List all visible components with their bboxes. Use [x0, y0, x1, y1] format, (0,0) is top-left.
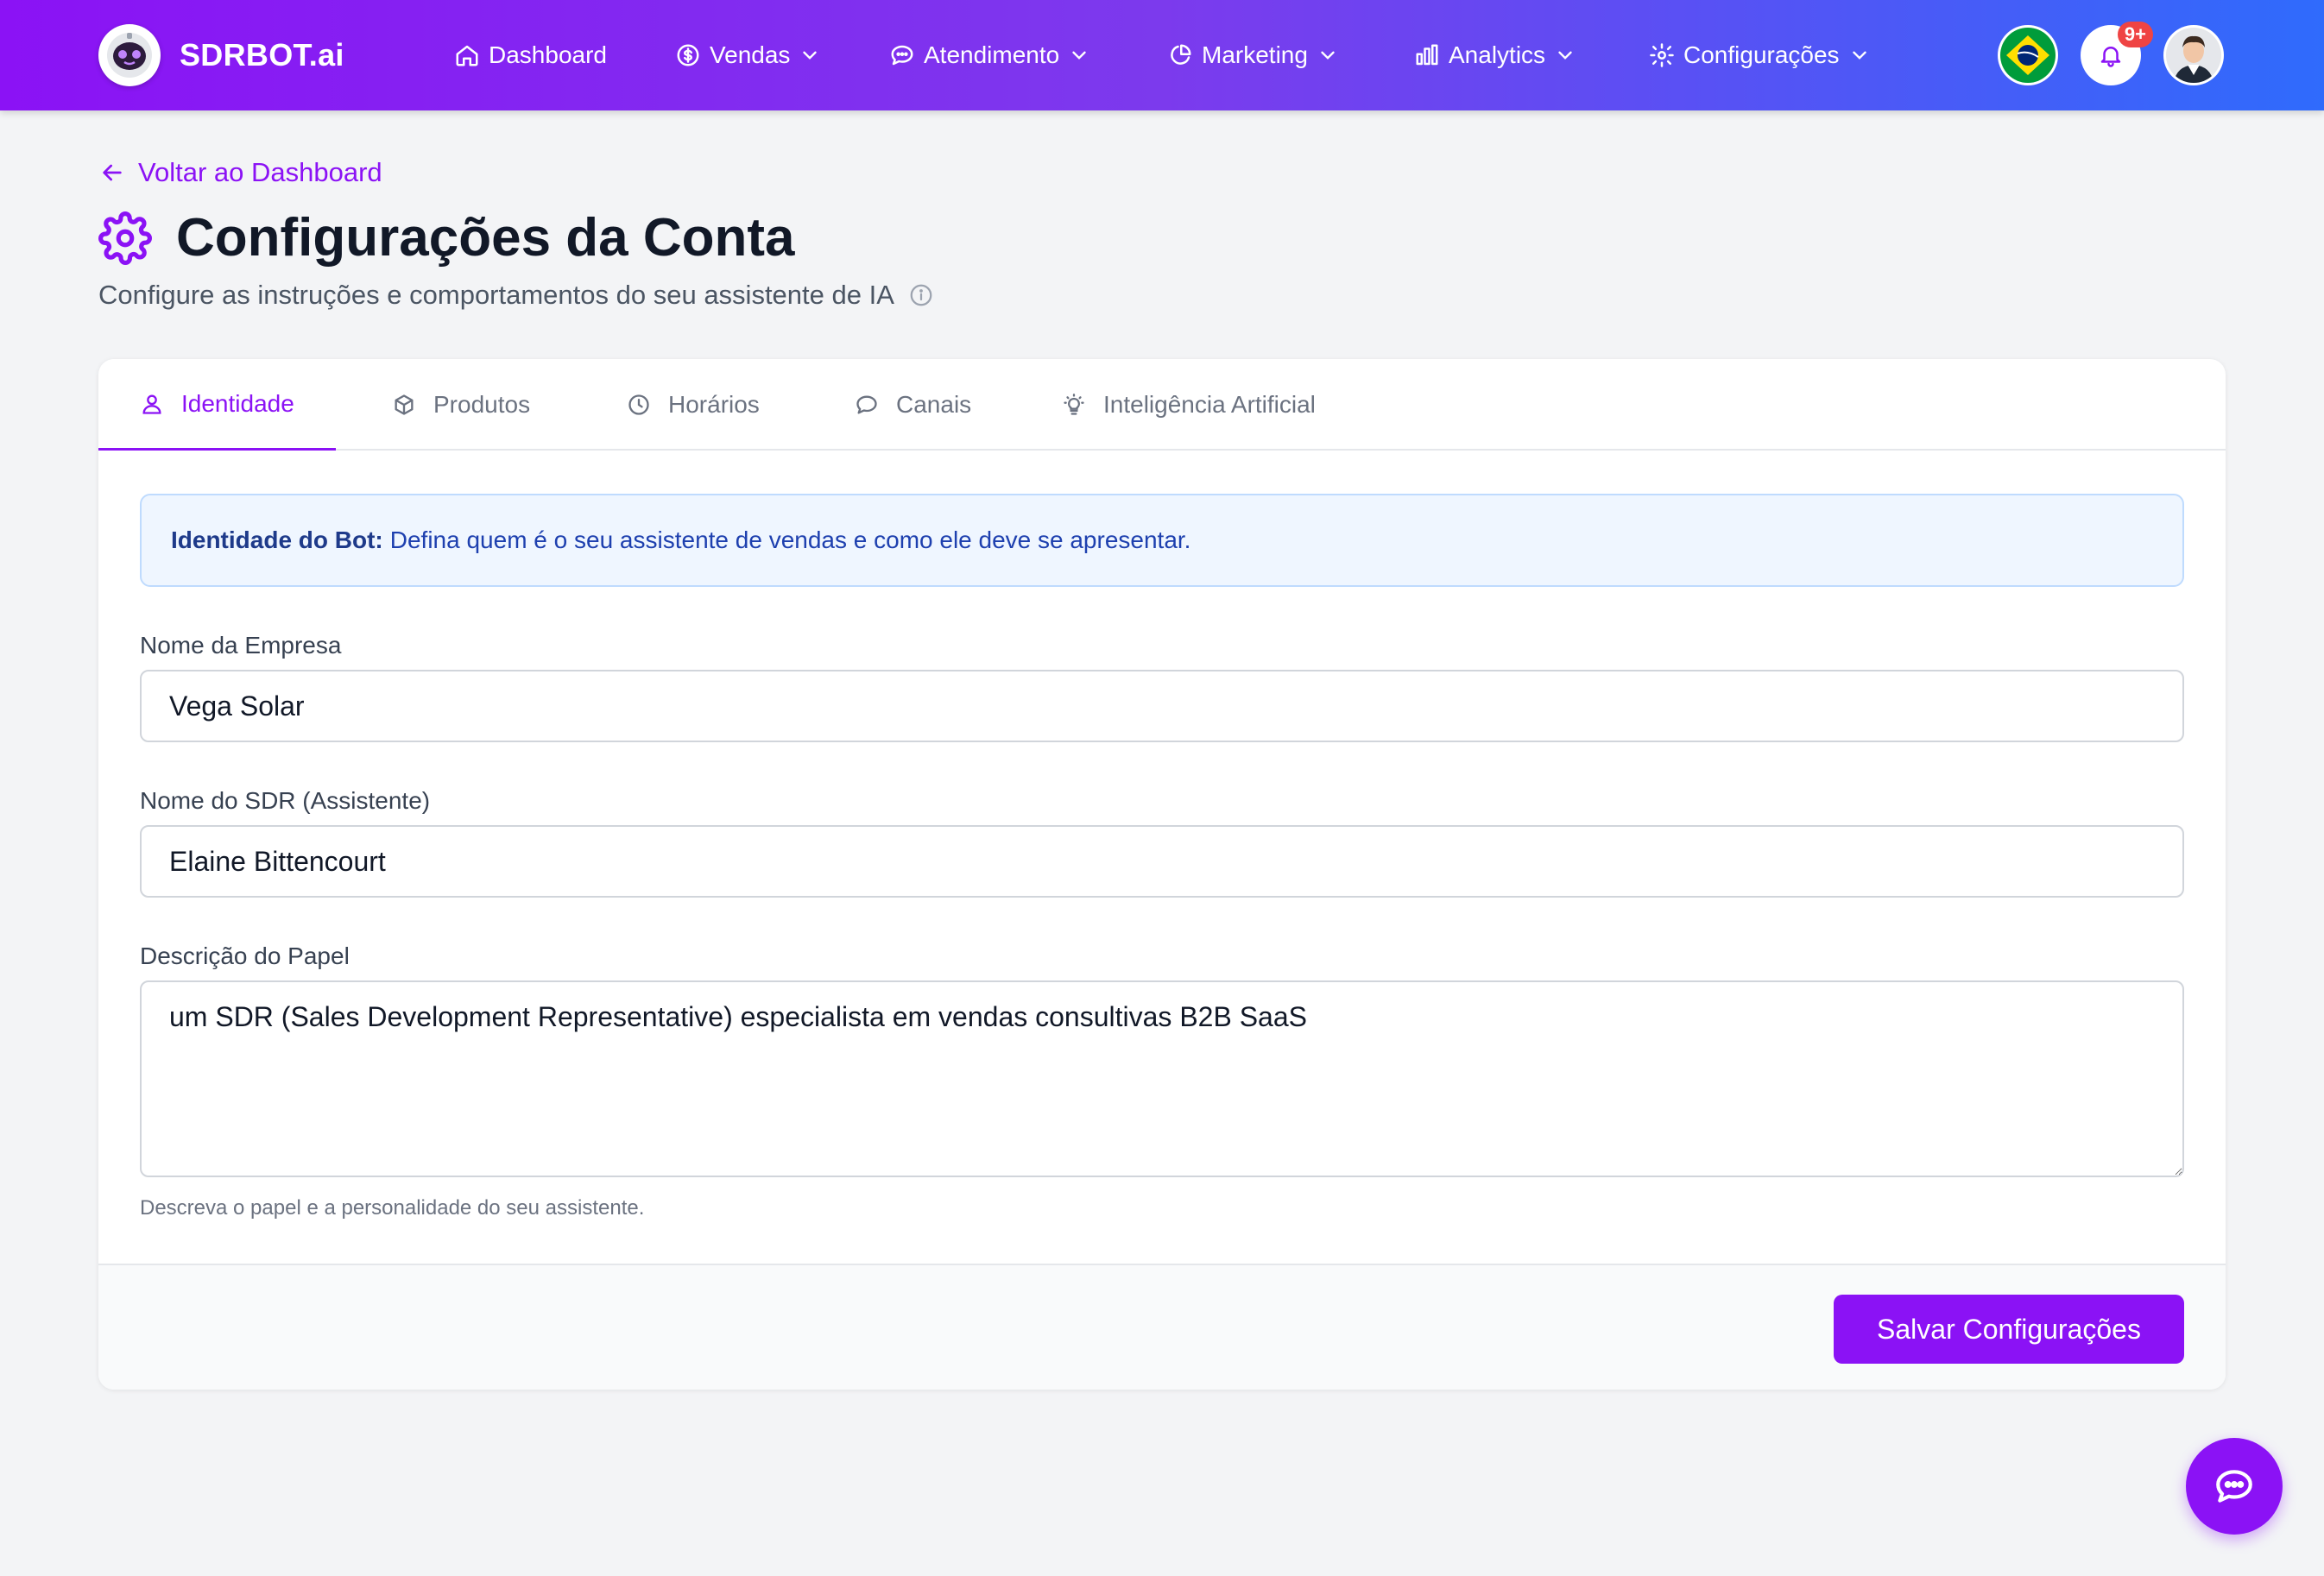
nav-atendimento-label: Atendimento: [924, 41, 1060, 68]
tab-identidade[interactable]: Identidade: [98, 359, 336, 451]
avatar-icon: [2166, 28, 2221, 83]
chat-icon: [2216, 1470, 2252, 1503]
pie-chart-icon: [1171, 44, 1191, 65]
company-name-label: Nome da Empresa: [140, 632, 342, 659]
gear-icon: [98, 211, 152, 265]
company-name-input[interactable]: [140, 670, 2184, 742]
chevron-down-icon: [1558, 51, 1572, 60]
lightbulb-icon: [1064, 394, 1084, 415]
tab-ia-label: Inteligência Artificial: [1103, 391, 1316, 418]
nav-analytics-label: Analytics: [1449, 41, 1546, 68]
tab-identidade-label: Identidade: [181, 389, 294, 417]
tab-produtos-label: Produtos: [433, 391, 531, 418]
subtitle-text: Configure as instruções e comportamentos…: [98, 280, 894, 310]
chevron-down-icon: [1852, 51, 1866, 60]
box-icon: [395, 394, 414, 415]
chat-icon: [856, 395, 877, 414]
page-title: Configurações da Conta: [176, 208, 795, 268]
brazil-flag-icon: [2000, 28, 2056, 83]
tab-horarios-label: Horários: [668, 391, 760, 418]
tab-horarios[interactable]: Horários: [585, 359, 801, 451]
nav-marketing[interactable]: Marketing: [1167, 36, 1339, 74]
top-navbar: SDRBOT.ai Dashboard Vendas Atendimento M…: [0, 0, 2324, 110]
robot-logo-icon: [98, 24, 161, 86]
sdr-name-label: Nome do SDR (Assistente): [140, 787, 431, 814]
nav-vendas[interactable]: Vendas: [675, 36, 821, 74]
save-settings-button[interactable]: Salvar Configurações: [1834, 1295, 2184, 1364]
nav-analytics[interactable]: Analytics: [1414, 36, 1576, 74]
chevron-down-icon: [1072, 51, 1086, 60]
chat-support-button[interactable]: [2186, 1438, 2283, 1535]
nav-configuracoes[interactable]: Configurações: [1649, 36, 1871, 74]
arrow-left-icon: [103, 164, 122, 181]
bell-icon: [2100, 47, 2121, 67]
page-subtitle: Configure as instruções e comportamentos…: [98, 280, 934, 311]
brand-name: SDRBOT.ai: [180, 37, 344, 72]
clock-icon: [628, 394, 649, 415]
info-text: Defina quem é o seu assistente de vendas…: [389, 526, 1191, 553]
tab-inteligencia-artificial[interactable]: Inteligência Artificial: [1020, 359, 1357, 451]
role-description-label: Descrição do Papel: [140, 942, 350, 969]
home-icon: [456, 45, 478, 66]
nav-marketing-label: Marketing: [1202, 41, 1308, 68]
info-title: Identidade do Bot:: [171, 526, 383, 553]
brand[interactable]: SDRBOT.ai: [98, 24, 344, 86]
dollar-icon: [677, 44, 699, 66]
tab-canais-label: Canais: [896, 391, 972, 418]
nav-vendas-label: Vendas: [710, 41, 791, 68]
nav-dashboard-label: Dashboard: [489, 41, 607, 68]
info-icon[interactable]: [908, 282, 934, 308]
chevron-down-icon: [1321, 51, 1335, 60]
role-description-help: Descreva o papel e a personalidade do se…: [140, 1196, 645, 1220]
back-to-dashboard-link[interactable]: Voltar ao Dashboard: [98, 157, 382, 188]
page-header: Configurações da Conta: [98, 207, 795, 268]
tab-produtos[interactable]: Produtos: [350, 359, 572, 451]
nav-configuracoes-label: Configurações: [1683, 41, 1840, 68]
role-description-textarea[interactable]: um SDR (Sales Development Representative…: [140, 980, 2184, 1177]
tab-canais[interactable]: Canais: [813, 359, 1013, 451]
identity-info-box: Identidade do Bot: Defina quem é o seu a…: [140, 494, 2184, 587]
notification-badge: 9+: [2117, 22, 2153, 47]
user-avatar[interactable]: [2163, 25, 2224, 85]
gear-icon: [1650, 43, 1674, 67]
chevron-down-icon: [803, 51, 818, 60]
sdr-name-input[interactable]: [140, 825, 2184, 898]
card-footer: Salvar Configurações: [98, 1264, 2226, 1390]
settings-card: Identidade Produtos Horários Canais Inte…: [98, 359, 2226, 1390]
nav-dashboard[interactable]: Dashboard: [454, 36, 607, 74]
nav-atendimento[interactable]: Atendimento: [889, 36, 1090, 74]
settings-tabs: Identidade Produtos Horários Canais Inte…: [98, 359, 2226, 451]
back-link-label: Voltar ao Dashboard: [138, 157, 382, 187]
user-icon: [142, 394, 161, 414]
chat-icon: [891, 45, 913, 66]
language-selector[interactable]: [1998, 25, 2058, 85]
bar-chart-icon: [1416, 44, 1438, 66]
notifications-button[interactable]: 9+: [2081, 22, 2153, 85]
